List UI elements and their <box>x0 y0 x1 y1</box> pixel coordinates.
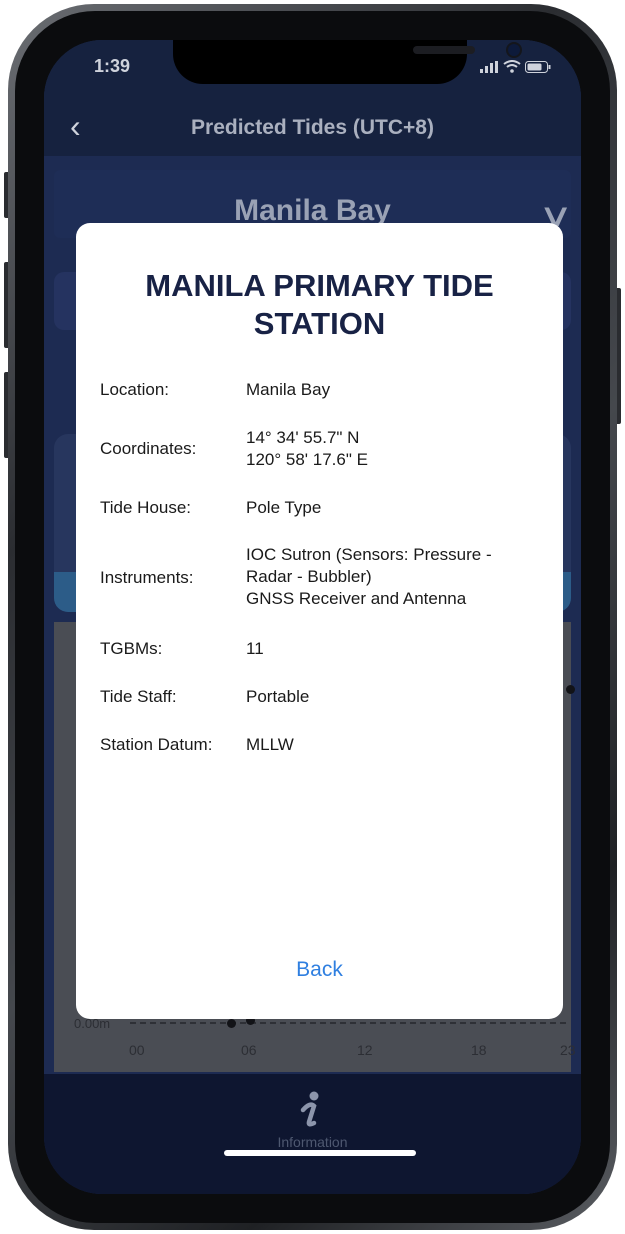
status-icons <box>480 58 551 76</box>
signal-icon <box>480 60 499 73</box>
status-time: 1:39 <box>94 56 131 76</box>
tide-staff-value: Portable <box>246 687 310 706</box>
tide-house-value: Pole Type <box>246 498 322 517</box>
wifi-icon <box>502 60 521 74</box>
x-tick-label: 00 <box>129 1042 145 1058</box>
x-tick-label: 12 <box>357 1042 373 1058</box>
navigation-bar: ‹ Predicted Tides (UTC+8) <box>44 98 581 156</box>
instruments-value: IOC Sutron (Sensors: Pressure - Radar - … <box>246 545 492 608</box>
coordinates-value: 14° 34' 55.7" N 120° 58' 17.6" E <box>246 428 368 469</box>
home-indicator[interactable] <box>224 1150 416 1156</box>
tide-staff-label: Tide Staff: <box>100 687 177 706</box>
x-tick-label: 23 <box>560 1042 576 1058</box>
instruments-label: Instruments: <box>100 568 194 587</box>
tgbms-value: 11 <box>246 639 264 658</box>
location-value: Manila Bay <box>246 380 331 399</box>
chart-point <box>566 685 575 694</box>
info-icon <box>300 1091 319 1127</box>
location-label: Location: <box>100 380 169 399</box>
back-button[interactable]: Back <box>76 958 563 982</box>
nav-title: Predicted Tides (UTC+8) <box>191 116 434 139</box>
coordinates-label: Coordinates: <box>100 439 197 458</box>
front-camera <box>508 44 520 56</box>
station-datum-label: Station Datum: <box>100 735 213 754</box>
information-tab[interactable] <box>294 1088 330 1132</box>
chart-baseline <box>130 1022 566 1024</box>
speaker-grille <box>413 46 475 54</box>
tgbms-label: TGBMs: <box>100 639 163 658</box>
chart-point <box>227 1019 236 1028</box>
battery-icon <box>525 60 551 73</box>
status-bar: 1:39 <box>44 40 581 98</box>
x-tick-label: 06 <box>241 1042 257 1058</box>
x-tick-label: 18 <box>471 1042 487 1058</box>
modal-title: MANILA PRIMARY TIDE STATION <box>145 268 494 341</box>
information-tab-label: Information <box>277 1134 348 1150</box>
notch <box>173 40 520 84</box>
tab-bar: Information <box>44 1074 581 1194</box>
station-datum-value: MLLW <box>246 735 294 754</box>
tide-house-label: Tide House: <box>100 498 192 517</box>
station-info-modal: MANILA PRIMARY TIDE STATION Location: Ma… <box>76 223 563 1019</box>
